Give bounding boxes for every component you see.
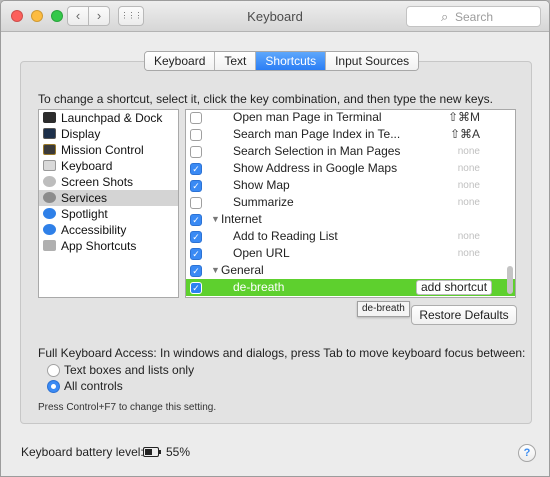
category-item-launchpad-dock[interactable]: Launchpad & Dock (39, 110, 178, 126)
shortcut-row[interactable]: Summarize none (186, 194, 515, 211)
shortcut-key[interactable]: none (458, 177, 480, 194)
title-bar: ‹ › ⋮⋮⋮ Keyboard ⌕ (1, 1, 549, 32)
shortcut-checkbox[interactable] (190, 146, 202, 158)
mission-control-icon (43, 144, 56, 155)
launchpad-dock-icon (43, 112, 56, 123)
help-button[interactable]: ? (518, 444, 536, 462)
question-mark-icon: ? (523, 447, 531, 459)
disclosure-triangle-icon[interactable]: ▼ (211, 262, 220, 279)
shortcut-list-scrollbar[interactable] (507, 266, 513, 294)
category-item-mission-control[interactable]: Mission Control (39, 142, 178, 158)
shortcut-row[interactable]: Open man Page in Terminal ⇧⌘M (186, 110, 515, 126)
accessibility-icon (43, 224, 56, 235)
category-list[interactable]: Launchpad & Dock Display Mission Control… (38, 109, 179, 298)
services-gear-icon (43, 192, 56, 203)
tab-input-sources[interactable]: Input Sources (326, 52, 419, 70)
shortcut-checkbox[interactable]: ✓ (190, 231, 202, 243)
shortcut-checkbox[interactable]: ✓ (190, 282, 202, 294)
shortcut-checkbox[interactable] (190, 129, 202, 141)
keyboard-preferences-window: ‹ › ⋮⋮⋮ Keyboard ⌕ Keyboard Text Shortcu… (0, 0, 550, 477)
tooltip: de-breath (357, 301, 410, 317)
app-shortcuts-icon (43, 240, 56, 251)
keyboard-icon (43, 160, 56, 171)
battery-icon (143, 447, 161, 457)
tab-shortcuts[interactable]: Shortcuts (256, 52, 327, 70)
shortcut-group-general[interactable]: ✓ ▼ General (186, 262, 515, 279)
shortcut-checkbox[interactable] (190, 112, 202, 124)
search-icon: ⌕ (441, 9, 449, 24)
shortcut-key[interactable]: none (458, 160, 480, 177)
category-item-display[interactable]: Display (39, 126, 178, 142)
category-item-screen-shots[interactable]: Screen Shots (39, 174, 178, 190)
shortcut-checkbox[interactable]: ✓ (190, 265, 202, 277)
tab-keyboard[interactable]: Keyboard (145, 52, 216, 70)
shortcut-key[interactable]: none (458, 228, 480, 245)
search-field[interactable]: ⌕ (406, 6, 541, 27)
shortcut-checkbox[interactable] (190, 197, 202, 209)
shortcut-key[interactable]: none (458, 245, 480, 262)
shortcut-checkbox[interactable]: ✓ (190, 163, 202, 175)
radio-button[interactable] (47, 380, 60, 393)
shortcut-key[interactable]: ⇧⌘A (450, 126, 480, 143)
shortcut-checkbox[interactable]: ✓ (190, 248, 202, 260)
tab-bar: Keyboard Text Shortcuts Input Sources (144, 51, 420, 71)
battery-percent: 55% (166, 445, 191, 459)
display-icon (43, 128, 56, 139)
shortcut-checkbox[interactable]: ✓ (190, 180, 202, 192)
shortcut-list[interactable]: Open man Page in Terminal ⇧⌘M Search man… (185, 109, 516, 298)
shortcut-row[interactable]: ✓ Show Map none (186, 177, 515, 194)
shortcut-row[interactable]: ✓ Add to Reading List none (186, 228, 515, 245)
shortcut-row-selected[interactable]: ✓ de-breath add shortcut (186, 279, 515, 296)
search-input[interactable] (455, 9, 535, 24)
category-item-services[interactable]: Services (39, 190, 178, 206)
tab-text[interactable]: Text (215, 52, 257, 70)
add-shortcut-button[interactable]: add shortcut (416, 280, 493, 295)
control-f7-note: Press Control+F7 to change this setting. (38, 402, 217, 413)
instructions-text: To change a shortcut, select it, click t… (38, 92, 493, 106)
radio-button[interactable] (47, 364, 60, 377)
shortcut-row[interactable]: Search Selection in Man Pages none (186, 143, 515, 160)
category-item-keyboard[interactable]: Keyboard (39, 158, 178, 174)
category-item-accessibility[interactable]: Accessibility (39, 222, 178, 238)
battery-level-label: Keyboard battery level: (21, 445, 144, 459)
shortcut-row[interactable]: ✓ Show Address in Google Maps none (186, 160, 515, 177)
shortcut-key[interactable]: none (458, 143, 480, 160)
restore-defaults-button[interactable]: Restore Defaults (411, 305, 517, 325)
disclosure-triangle-icon[interactable]: ▼ (211, 211, 220, 228)
spotlight-icon (43, 208, 56, 219)
category-item-spotlight[interactable]: Spotlight (39, 206, 178, 222)
shortcut-key[interactable]: none (458, 194, 480, 211)
shortcut-row[interactable]: ✓ Open URL none (186, 245, 515, 262)
screen-shots-icon (43, 176, 56, 187)
shortcut-group-internet[interactable]: ✓ ▼ Internet (186, 211, 515, 228)
shortcut-checkbox[interactable]: ✓ (190, 214, 202, 226)
shortcut-row[interactable]: Search man Page Index in Te... ⇧⌘A (186, 126, 515, 143)
category-item-app-shortcuts[interactable]: App Shortcuts (39, 238, 178, 254)
full-keyboard-access-label: Full Keyboard Access: In windows and dia… (38, 346, 526, 360)
shortcut-key[interactable]: ⇧⌘M (448, 110, 480, 126)
battery-fill (145, 449, 152, 455)
